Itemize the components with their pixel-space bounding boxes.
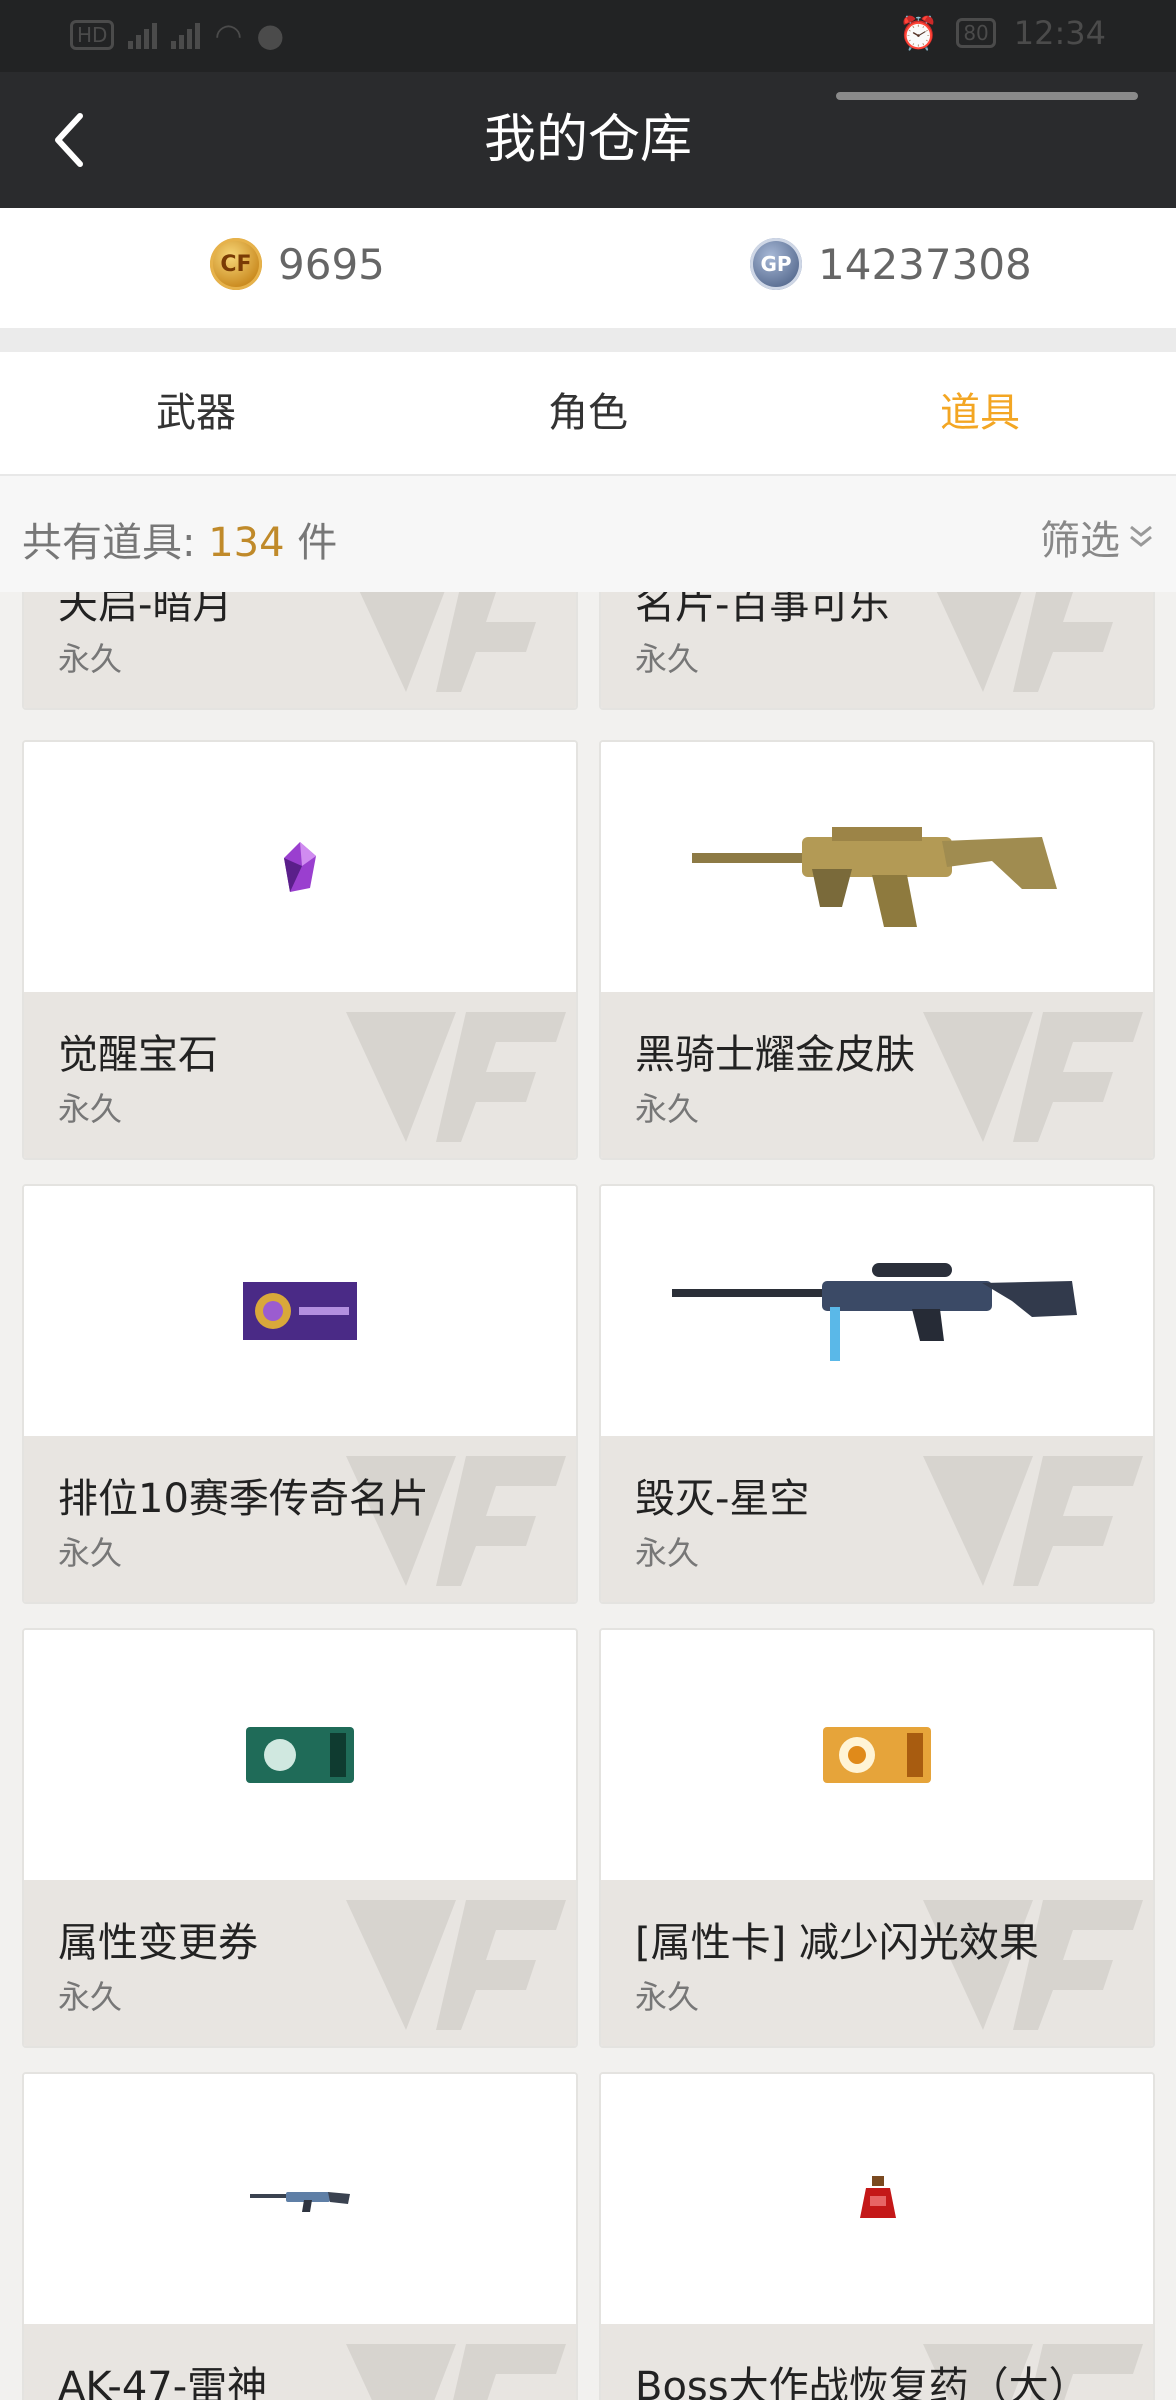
tab-weapons[interactable]: 武器 xyxy=(0,352,392,474)
item-duration: 永久 xyxy=(58,1978,123,2016)
item-info: 觉醒宝石 永久 xyxy=(24,992,576,1158)
item-name: AK-47-雷神 xyxy=(58,2364,268,2400)
status-bar: HD ◠ ● ⏰ 80 12:34 xyxy=(0,0,1176,72)
potion-icon xyxy=(860,2176,896,2218)
item-duration: 永久 xyxy=(58,1090,123,1128)
item-info: 毁灭-星空 永久 xyxy=(601,1436,1153,1602)
item-card[interactable]: 属性变更券 永久 xyxy=(22,1628,578,2048)
item-image xyxy=(24,1630,576,1880)
item-info: 排位10赛季传奇名片 永久 xyxy=(24,1436,576,1602)
item-card[interactable]: 毁灭-星空 永久 xyxy=(599,1184,1155,1604)
wechat-icon: ● xyxy=(256,16,285,54)
item-name: 觉醒宝石 xyxy=(58,1032,218,1078)
gem-icon xyxy=(284,842,316,892)
item-count-number: 134 xyxy=(208,520,285,566)
sniper-rifle-icon xyxy=(672,1263,1077,1361)
cf-watermark-icon xyxy=(346,2344,566,2400)
item-name: 毁灭-星空 xyxy=(635,1476,810,1522)
battery-icon: 80 xyxy=(956,18,996,48)
item-name: 天启-暗月 xyxy=(58,592,233,628)
item-duration: 永久 xyxy=(635,1978,700,2016)
cf-watermark-icon xyxy=(923,1012,1143,1142)
item-card[interactable]: 黑骑士耀金皮肤 永久 xyxy=(599,740,1155,1160)
season-card-icon xyxy=(243,1282,357,1340)
item-info: 属性变更券 永久 xyxy=(24,1880,576,2046)
signal-icon xyxy=(128,21,158,49)
cf-watermark-icon xyxy=(923,1456,1143,1586)
alarm-icon: ⏰ xyxy=(898,14,939,52)
status-right: ⏰ 80 12:34 xyxy=(898,14,1106,52)
item-grid: 天启-暗月 永久 名片-百事可乐 永久 觉醒宝石 永久 黑骑士耀金皮肤 永久 排… xyxy=(0,592,1176,2400)
item-info: 天启-暗月 永久 xyxy=(24,592,576,708)
cf-coin-icon: CF xyxy=(210,238,262,290)
item-card[interactable]: 天启-暗月 永久 xyxy=(22,592,578,710)
gp-value: 14237308 xyxy=(818,239,1032,289)
ak47-icon xyxy=(250,2192,350,2212)
filter-label: 筛选 xyxy=(1040,518,1120,564)
item-info: AK-47-雷神 永久 xyxy=(24,2324,576,2400)
item-duration: 永久 xyxy=(58,1534,123,1572)
item-count-unit: 件 xyxy=(297,520,338,566)
ticket-gold-icon xyxy=(823,1727,931,1783)
item-info: 黑骑士耀金皮肤 永久 xyxy=(601,992,1153,1158)
gp-coin-icon: GP xyxy=(750,238,802,290)
item-image xyxy=(601,2074,1153,2324)
item-card[interactable]: [属性卡] 减少闪光效果 永久 xyxy=(599,1628,1155,2048)
category-tabs: 武器 角色 道具 xyxy=(0,352,1176,476)
filter-button[interactable]: 筛选 xyxy=(1040,508,1156,566)
item-duration: 永久 xyxy=(635,640,700,678)
cf-points-value: 9695 xyxy=(278,239,385,289)
item-name: 属性变更券 xyxy=(58,1920,258,1966)
hd-icon: HD xyxy=(70,20,115,50)
item-info: 名片-百事可乐 永久 xyxy=(601,592,1153,708)
item-info: [属性卡] 减少闪光效果 永久 xyxy=(601,1880,1153,2046)
cf-watermark-icon xyxy=(359,592,556,692)
item-image xyxy=(601,1630,1153,1880)
tab-characters[interactable]: 角色 xyxy=(392,352,784,474)
item-name: 名片-百事可乐 xyxy=(635,592,890,628)
item-duration: 永久 xyxy=(635,1534,700,1572)
cf-watermark-icon xyxy=(936,592,1133,692)
rifle-gold-icon xyxy=(692,827,1057,927)
item-image xyxy=(601,742,1153,992)
item-info: Boss大作战恢复药（大） 永久 xyxy=(601,2324,1153,2400)
item-duration: 永久 xyxy=(635,1090,700,1128)
signal-icon-2 xyxy=(171,21,201,49)
item-image xyxy=(24,2074,576,2324)
item-name: Boss大作战恢复药（大） xyxy=(635,2364,1089,2400)
cf-watermark-icon xyxy=(346,1900,566,2030)
item-card[interactable]: AK-47-雷神 永久 xyxy=(22,2072,578,2400)
item-card[interactable]: 觉醒宝石 永久 xyxy=(22,740,578,1160)
item-image xyxy=(24,1186,576,1436)
item-name: [属性卡] 减少闪光效果 xyxy=(635,1920,1039,1966)
item-count-label: 共有道具: 134 件 xyxy=(22,510,337,568)
section-divider xyxy=(0,328,1176,352)
ticket-green-icon xyxy=(246,1727,354,1783)
item-image xyxy=(601,1186,1153,1436)
status-left: HD ◠ ● xyxy=(70,16,284,54)
item-duration: 永久 xyxy=(58,640,123,678)
page-title: 我的仓库 xyxy=(483,110,692,170)
summary-row: 共有道具: 134 件 筛选 xyxy=(0,476,1176,592)
tab-items[interactable]: 道具 xyxy=(784,352,1176,474)
item-card[interactable]: Boss大作战恢复药（大） 永久 xyxy=(599,2072,1155,2400)
wifi-icon: ◠ xyxy=(214,16,243,54)
currency-bar: CF 9695 GP 14237308 xyxy=(0,208,1176,328)
header-drag-handle xyxy=(836,92,1138,100)
item-card[interactable]: 排位10赛季传奇名片 永久 xyxy=(22,1184,578,1604)
item-name: 黑骑士耀金皮肤 xyxy=(635,1032,915,1078)
cf-points-display: CF 9695 xyxy=(210,238,385,290)
cf-watermark-icon xyxy=(346,1012,566,1142)
item-card[interactable]: 名片-百事可乐 永久 xyxy=(599,592,1155,710)
status-time: 12:34 xyxy=(1013,14,1106,52)
gp-display: GP 14237308 xyxy=(750,238,1032,290)
item-image xyxy=(24,742,576,992)
app-header: 我的仓库 xyxy=(0,72,1176,208)
item-name: 排位10赛季传奇名片 xyxy=(58,1476,429,1522)
item-count-prefix: 共有道具: xyxy=(22,520,196,566)
double-chevron-down-icon xyxy=(1130,525,1152,547)
